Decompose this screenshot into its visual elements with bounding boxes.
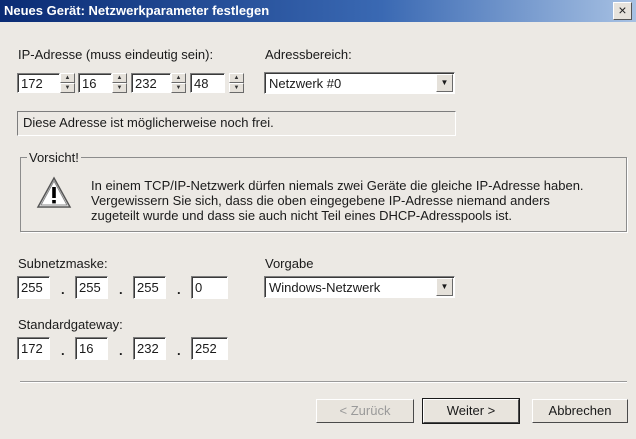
- ip-octet-4-spinner[interactable]: ▲ ▼: [229, 73, 244, 93]
- spin-up-icon[interactable]: ▲: [229, 73, 244, 83]
- gateway-dot-1: .: [61, 343, 65, 358]
- ip-octet-1-spinner[interactable]: ▲ ▼: [60, 73, 75, 93]
- ip-octet-3-spinner[interactable]: ▲ ▼: [171, 73, 186, 93]
- subnet-octet-4-field[interactable]: 0: [191, 276, 228, 299]
- preset-value: Windows-Netzwerk: [269, 280, 381, 295]
- footer-divider: [20, 381, 627, 383]
- ip-octet-1-field[interactable]: 172: [17, 73, 60, 93]
- warning-icon: [36, 176, 72, 208]
- gateway-dot-3: .: [177, 343, 181, 358]
- preset-select[interactable]: Windows-Netzwerk ▼: [264, 276, 455, 298]
- preset-label: Vorgabe: [265, 256, 314, 271]
- ip-octet-4-field[interactable]: 48: [190, 73, 225, 93]
- subnet-octet-2-field[interactable]: 255: [75, 276, 108, 299]
- warning-line-2: Vergewissern Sie sich, dass die oben ein…: [91, 193, 550, 208]
- close-button[interactable]: ×: [613, 2, 632, 20]
- warning-group-label: Vorsicht!: [27, 150, 81, 165]
- ip-octet-3-field[interactable]: 232: [131, 73, 171, 93]
- address-range-select[interactable]: Netzwerk #0 ▼: [264, 72, 455, 94]
- subnet-dot-2: .: [119, 282, 123, 297]
- gateway-octet-3-field[interactable]: 232: [133, 337, 166, 360]
- address-status-box: Diese Adresse ist möglicherweise noch fr…: [17, 111, 456, 136]
- title-bar: Neues Gerät: Netzwerkparameter festlegen…: [0, 0, 636, 22]
- spin-up-icon[interactable]: ▲: [60, 73, 75, 83]
- address-range-value: Netzwerk #0: [269, 76, 342, 91]
- chevron-down-icon[interactable]: ▼: [436, 278, 453, 296]
- spin-up-icon[interactable]: ▲: [171, 73, 186, 83]
- gateway-dot-2: .: [119, 343, 123, 358]
- subnet-dot-3: .: [177, 282, 181, 297]
- subnet-octet-1-field[interactable]: 255: [17, 276, 50, 299]
- ip-octet-2-spinner[interactable]: ▲ ▼: [112, 73, 127, 93]
- subnet-mask-label: Subnetzmaske:: [18, 256, 108, 271]
- spin-down-icon[interactable]: ▼: [171, 83, 186, 93]
- next-button[interactable]: Weiter >: [422, 398, 520, 424]
- close-icon: ×: [618, 2, 627, 18]
- gateway-octet-1-field[interactable]: 172: [17, 337, 50, 360]
- warning-line-1: In einem TCP/IP-Netzwerk dürfen niemals …: [91, 178, 584, 193]
- gateway-octet-4-field[interactable]: 252: [191, 337, 228, 360]
- address-status-text: Diese Adresse ist möglicherweise noch fr…: [23, 115, 274, 130]
- window-title: Neues Gerät: Netzwerkparameter festlegen: [4, 3, 270, 18]
- address-range-label: Adressbereich:: [265, 47, 352, 62]
- ip-octet-2-field[interactable]: 16: [78, 73, 112, 93]
- chevron-down-icon[interactable]: ▼: [436, 74, 453, 92]
- spin-up-icon[interactable]: ▲: [112, 73, 127, 83]
- cancel-button[interactable]: Abbrechen: [532, 399, 628, 423]
- spin-down-icon[interactable]: ▼: [229, 83, 244, 93]
- subnet-dot-1: .: [61, 282, 65, 297]
- ip-address-label: IP-Adresse (muss eindeutig sein):: [18, 47, 214, 62]
- spin-down-icon[interactable]: ▼: [60, 83, 75, 93]
- warning-text: In einem TCP/IP-Netzwerk dürfen niemals …: [91, 178, 584, 223]
- warning-line-3: zugeteilt wurde und dass sie auch nicht …: [91, 208, 513, 223]
- back-button[interactable]: < Zurück: [316, 399, 414, 423]
- default-gateway-label: Standardgateway:: [18, 317, 123, 332]
- spin-down-icon[interactable]: ▼: [112, 83, 127, 93]
- subnet-octet-3-field[interactable]: 255: [133, 276, 166, 299]
- gateway-octet-2-field[interactable]: 16: [75, 337, 108, 360]
